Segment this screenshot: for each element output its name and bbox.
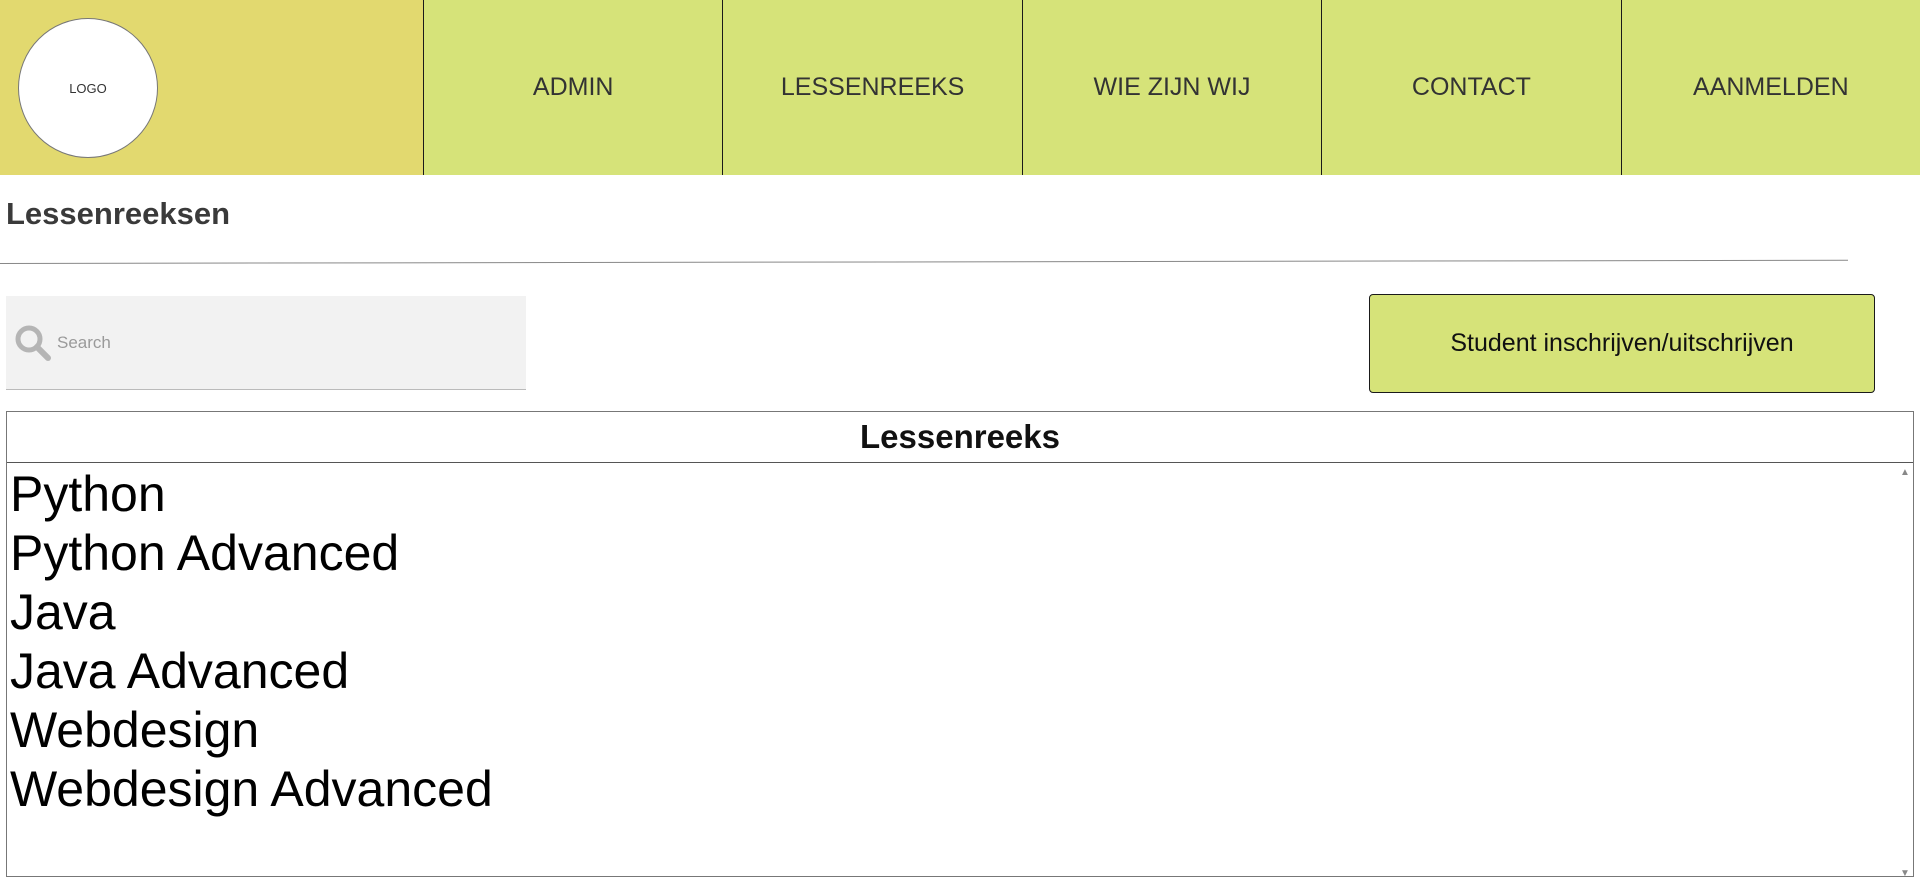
logo[interactable]: LOGO [18, 18, 158, 158]
search-icon [13, 323, 53, 363]
list-item[interactable]: Webdesign [10, 701, 1913, 760]
scrollbar[interactable]: ▲ ▼ [1896, 465, 1913, 879]
table-header: Lessenreeks [7, 412, 1913, 463]
lessenreeks-list: Python Python Advanced Java Java Advance… [7, 465, 1913, 819]
search-box[interactable] [6, 296, 526, 390]
table-body[interactable]: Python Python Advanced Java Java Advance… [7, 465, 1913, 879]
logo-area: LOGO [0, 0, 423, 175]
nav-item-contact[interactable]: CONTACT [1321, 0, 1620, 175]
search-input[interactable] [55, 331, 499, 354]
list-item[interactable]: Webdesign Advanced [10, 760, 1913, 819]
nav-item-admin[interactable]: ADMIN [423, 0, 722, 175]
student-enroll-button[interactable]: Student inschrijven/uitschrijven [1369, 294, 1875, 393]
nav-item-wie-zijn-wij[interactable]: WIE ZIJN WIJ [1021, 0, 1321, 175]
page-title: Lessenreeksen [6, 196, 231, 231]
nav-item-lessenreeks[interactable]: LESSENREEKS [722, 0, 1021, 175]
scroll-down-arrow-icon[interactable]: ▼ [1900, 868, 1910, 879]
divider [0, 259, 1848, 264]
lessenreeks-table: Lessenreeks Python Python Advanced Java … [6, 411, 1914, 879]
header: LOGO ADMIN LESSENREEKS WIE ZIJN WIJ CONT… [0, 0, 1920, 175]
list-item[interactable]: Java Advanced [10, 642, 1913, 701]
nav-item-aanmelden[interactable]: AANMELDEN [1620, 0, 1920, 175]
list-item[interactable]: Python Advanced [10, 524, 1913, 583]
main-nav: ADMIN LESSENREEKS WIE ZIJN WIJ CONTACT A… [423, 0, 1920, 175]
scroll-up-arrow-icon[interactable]: ▲ [1900, 467, 1910, 478]
list-item[interactable]: Python [10, 465, 1913, 524]
list-item[interactable]: Java [10, 583, 1913, 642]
